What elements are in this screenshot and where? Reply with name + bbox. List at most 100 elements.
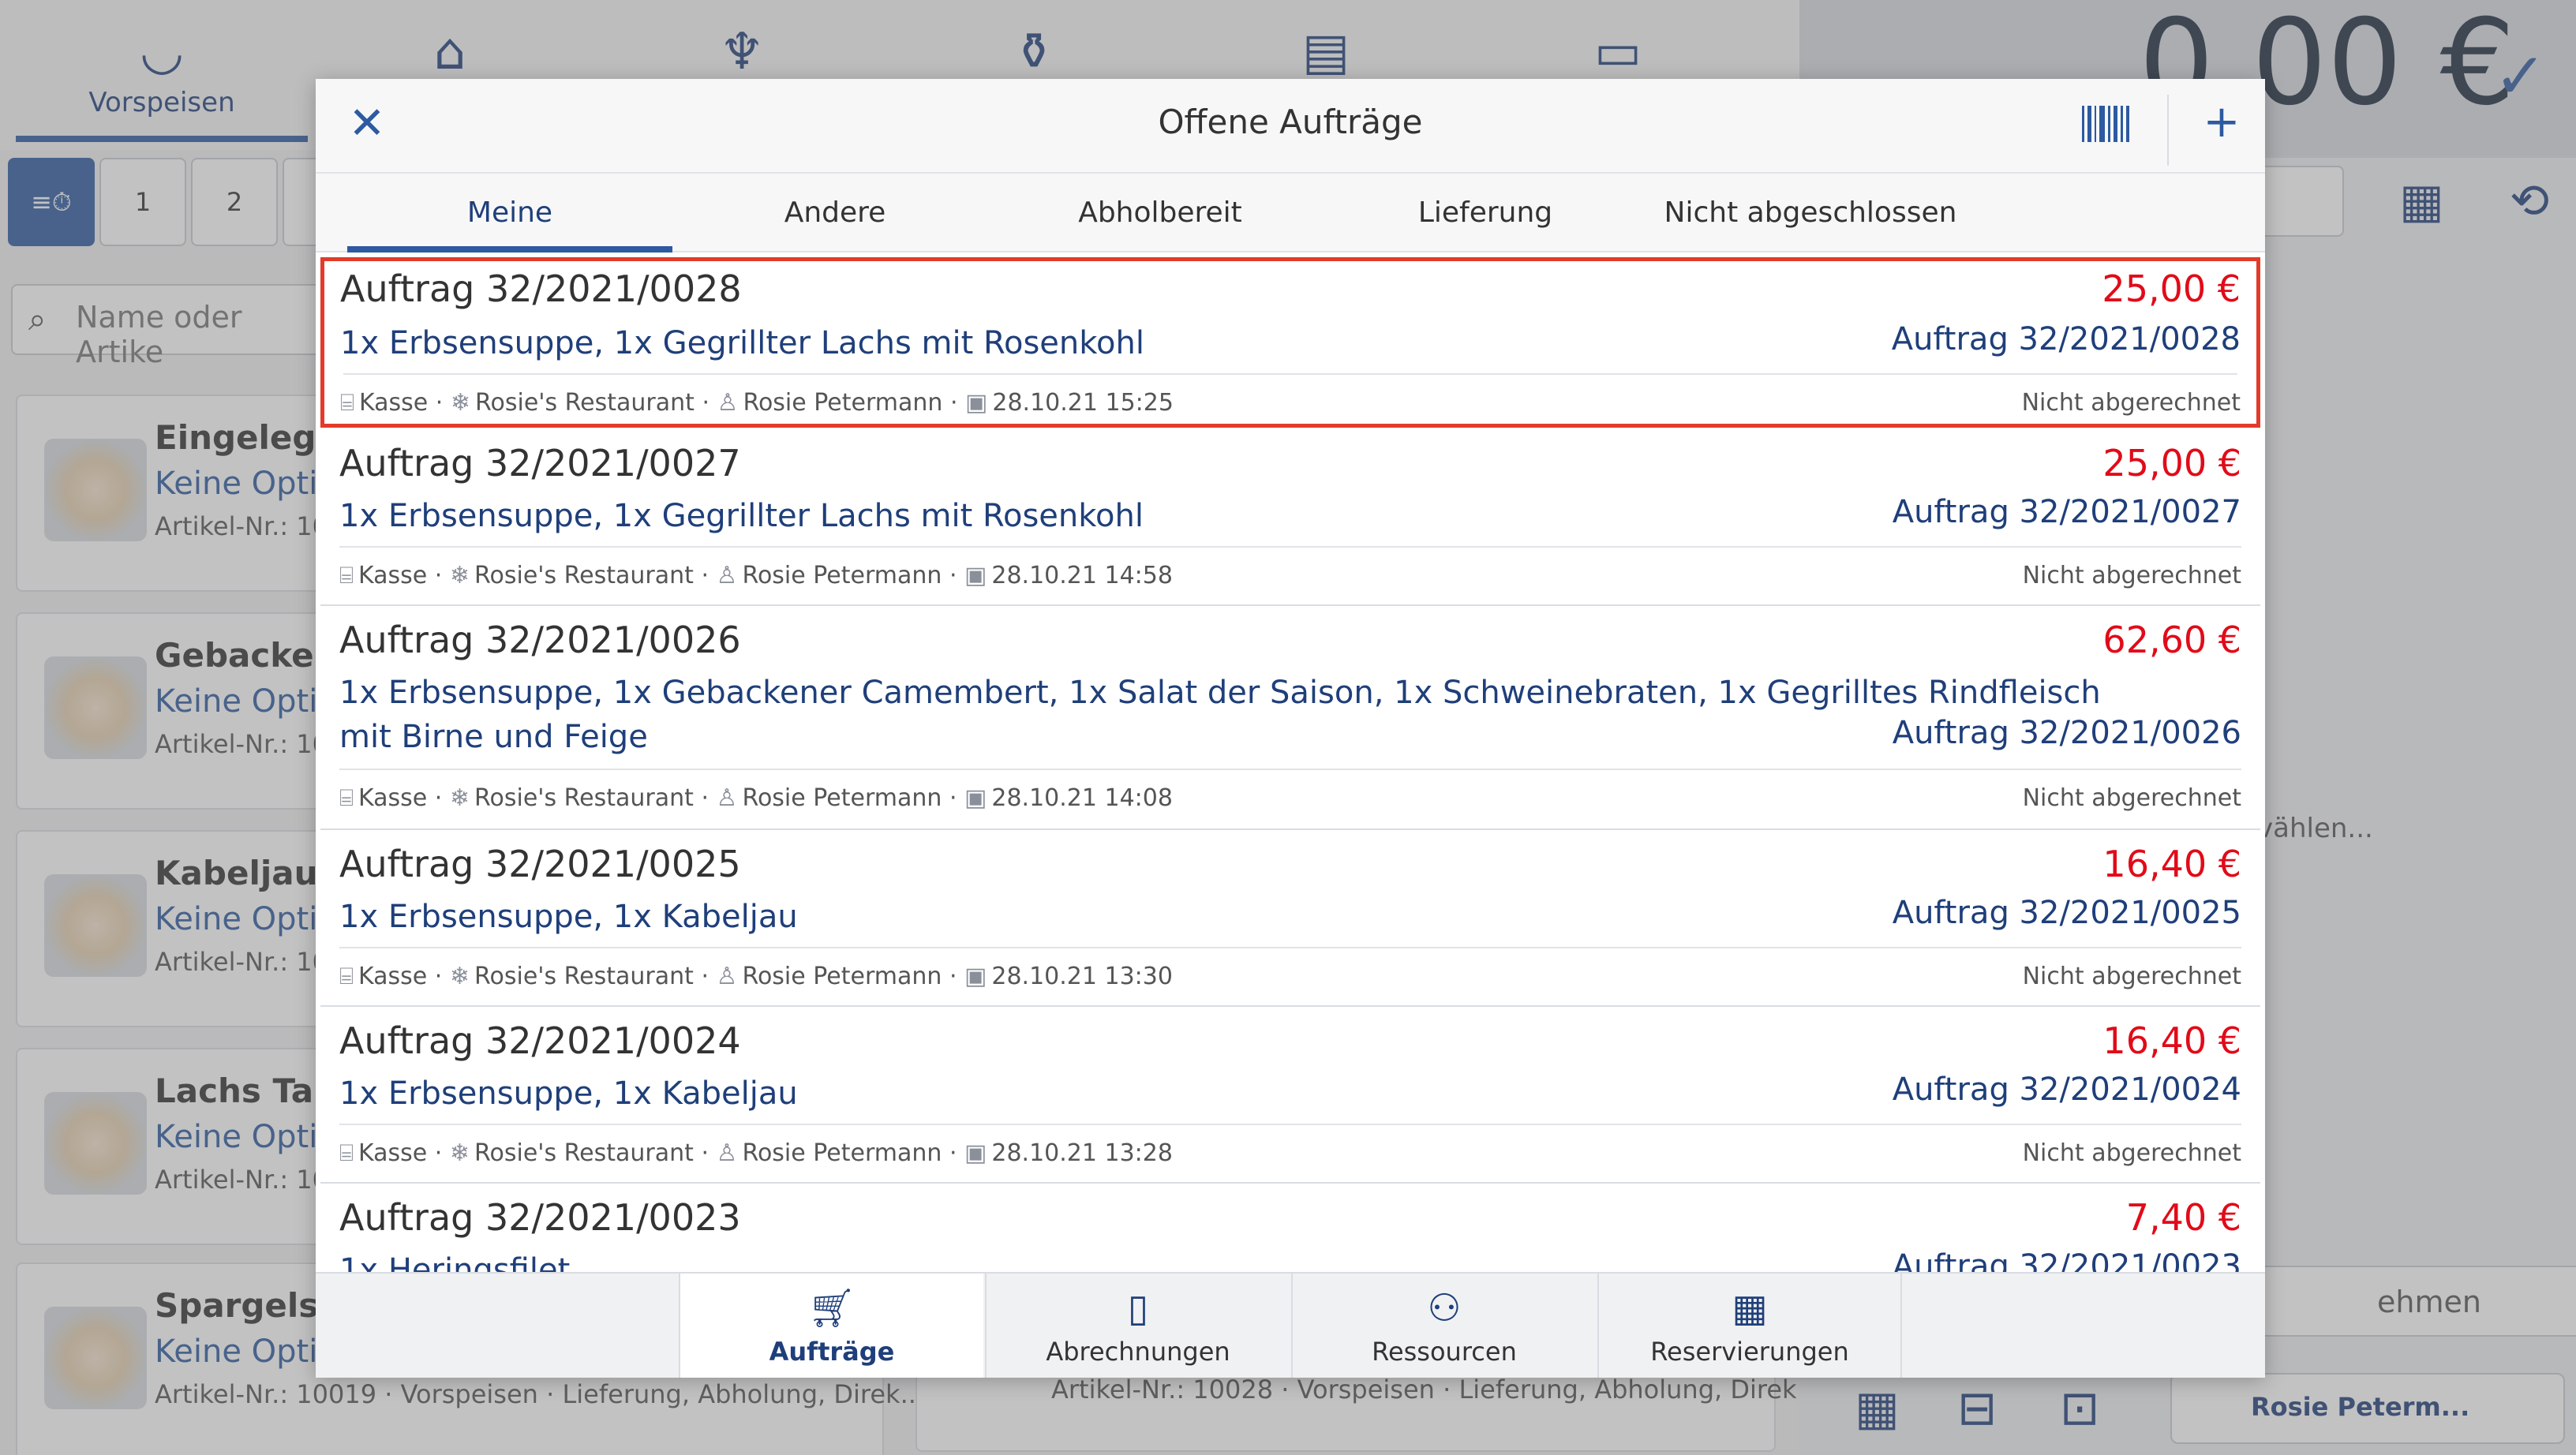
order-restaurant: Rosie's Restaurant bbox=[474, 1139, 694, 1167]
order-status: Nicht abgerechnet bbox=[2021, 389, 2241, 417]
order-user: Rosie Petermann bbox=[742, 784, 942, 812]
tab-andere[interactable]: Andere bbox=[672, 174, 998, 252]
order-id: Auftrag 32/2021/0027 bbox=[339, 442, 741, 484]
tab-meine[interactable]: Meine bbox=[347, 174, 672, 252]
tab-abholbereit[interactable]: Abholbereit bbox=[998, 174, 1323, 252]
order-reference: Auftrag 32/2021/0027 bbox=[1892, 494, 2241, 530]
dialog-header: ✕ Offene Aufträge + bbox=[316, 79, 2265, 174]
order-items: 1x Heringsfilet bbox=[339, 1252, 571, 1272]
order-meta: ⌸ Kasse · ❄ Rosie's Restaurant · ♙ Rosie Pe… bbox=[339, 963, 1173, 990]
calendar-icon: ▣ bbox=[964, 784, 987, 812]
order-price: 25,00 € bbox=[2102, 267, 2241, 310]
order-user: Rosie Petermann bbox=[743, 389, 943, 417]
order-id: Auftrag 32/2021/0023 bbox=[339, 1196, 741, 1239]
user-icon: ♙ bbox=[716, 963, 738, 990]
tab-lieferung[interactable]: Lieferung bbox=[1323, 174, 1648, 252]
order-row[interactable]: Auftrag 32/2021/0028 25,00 € 1x Erbsensu… bbox=[320, 257, 2260, 428]
register-icon: ⌸ bbox=[340, 389, 354, 417]
order-row[interactable]: Auftrag 32/2021/0025 16,40 € 1x Erbsensu… bbox=[320, 832, 2260, 1007]
order-price: 16,40 € bbox=[2102, 1019, 2241, 1062]
order-separator bbox=[339, 947, 2241, 948]
order-user: Rosie Petermann bbox=[742, 1139, 942, 1167]
tab-nicht-abgeschlossen[interactable]: Nicht abgeschlossen bbox=[1648, 174, 1973, 252]
order-datetime: 28.10.21 15:25 bbox=[992, 389, 1174, 417]
footer-tab-reservierungen[interactable]: ▦ Reservierungen bbox=[1597, 1274, 1902, 1378]
calendar-icon: ▣ bbox=[965, 389, 988, 417]
restaurant-icon: ❄ bbox=[449, 562, 470, 589]
order-id: Auftrag 32/2021/0026 bbox=[339, 619, 741, 661]
order-id: Auftrag 32/2021/0024 bbox=[339, 1019, 741, 1062]
dialog-title: Offene Aufträge bbox=[1158, 103, 1423, 141]
open-orders-dialog: ✕ Offene Aufträge + Meine Andere Abholbe… bbox=[316, 79, 2265, 1378]
order-reference: Auftrag 32/2021/0024 bbox=[1892, 1072, 2241, 1108]
order-status: Nicht abgerechnet bbox=[2022, 784, 2241, 812]
restaurant-icon: ❄ bbox=[449, 1139, 470, 1167]
order-user: Rosie Petermann bbox=[742, 963, 942, 990]
order-separator bbox=[339, 546, 2241, 548]
register-icon: ⌸ bbox=[339, 784, 354, 812]
order-status: Nicht abgerechnet bbox=[2022, 562, 2241, 589]
order-restaurant: Rosie's Restaurant bbox=[474, 963, 694, 990]
order-items: 1x Erbsensuppe, 1x Gegrillter Lachs mit … bbox=[340, 325, 1144, 361]
restaurant-icon: ❄ bbox=[449, 784, 470, 812]
register-icon: ⌸ bbox=[339, 963, 354, 990]
order-id: Auftrag 32/2021/0025 bbox=[339, 843, 741, 885]
order-meta: ⌸ Kasse · ❄ Rosie's Restaurant · ♙ Rosie Pe… bbox=[339, 562, 1173, 589]
footer-tab-ressourcen[interactable]: ⚇ Ressourcen bbox=[1291, 1274, 1596, 1378]
order-datetime: 28.10.21 13:28 bbox=[991, 1139, 1173, 1167]
restaurant-icon: ❄ bbox=[449, 963, 470, 990]
register-icon: ⌸ bbox=[339, 562, 354, 589]
footer-tab-abrechnungen[interactable]: ▯ Abrechnungen bbox=[985, 1274, 1290, 1378]
header-divider bbox=[2167, 95, 2169, 166]
register-icon: ⌸ bbox=[339, 1139, 354, 1167]
order-meta: ⌸ Kasse · ❄ Rosie's Restaurant · ♙ Rosie Pe… bbox=[339, 784, 1173, 812]
order-items: 1x Erbsensuppe, 1x Kabeljau bbox=[339, 899, 798, 935]
calendar-icon: ▣ bbox=[964, 963, 987, 990]
order-reference: Auftrag 32/2021/0026 bbox=[1892, 715, 2241, 751]
order-reference: Auftrag 32/2021/0025 bbox=[1892, 895, 2241, 931]
order-price: 62,60 € bbox=[2102, 619, 2241, 661]
calendar-icon: ▣ bbox=[964, 1139, 987, 1167]
user-icon: ♙ bbox=[716, 784, 738, 812]
order-source: Kasse bbox=[358, 963, 428, 990]
order-source: Kasse bbox=[359, 389, 429, 417]
order-user: Rosie Petermann bbox=[742, 562, 942, 589]
order-restaurant: Rosie's Restaurant bbox=[474, 784, 694, 812]
order-separator bbox=[339, 769, 2241, 770]
restaurant-icon: ❄ bbox=[450, 389, 470, 417]
order-separator bbox=[339, 1124, 2241, 1125]
order-meta: ⌸ Kasse · ❄ Rosie's Restaurant · ♙ Rosie Pe… bbox=[339, 1139, 1173, 1167]
order-price: 25,00 € bbox=[2102, 442, 2241, 484]
basket-icon: 🛒︎ bbox=[807, 1286, 856, 1330]
calendar-check-icon: ▦ bbox=[1732, 1286, 1768, 1330]
order-row[interactable]: Auftrag 32/2021/0027 25,00 € 1x Erbsensu… bbox=[320, 431, 2260, 606]
order-datetime: 28.10.21 13:30 bbox=[991, 963, 1173, 990]
footer-tab-label: Reservierungen bbox=[1650, 1337, 1849, 1367]
order-datetime: 28.10.21 14:58 bbox=[991, 562, 1173, 589]
order-datetime: 28.10.21 14:08 bbox=[991, 784, 1173, 812]
barcode-icon[interactable] bbox=[2082, 106, 2129, 142]
order-price: 16,40 € bbox=[2102, 843, 2241, 885]
order-list: Auftrag 32/2021/0028 25,00 € 1x Erbsensu… bbox=[316, 254, 2265, 1272]
order-source: Kasse bbox=[358, 784, 428, 812]
footer-tab-label: Abrechnungen bbox=[1046, 1337, 1230, 1367]
footer-tab-label: Ressourcen bbox=[1372, 1337, 1517, 1367]
footer-tab-auftraege[interactable]: 🛒︎ Aufträge bbox=[679, 1274, 983, 1378]
order-row[interactable]: Auftrag 32/2021/0026 62,60 € 1x Erbsensu… bbox=[320, 608, 2260, 830]
order-items: 1x Erbsensuppe, 1x Kabeljau bbox=[339, 1075, 798, 1112]
footer-tab-label: Aufträge bbox=[769, 1337, 895, 1367]
user-icon: ♙ bbox=[716, 562, 738, 589]
order-source: Kasse bbox=[358, 1139, 428, 1167]
dialog-footer-nav: 🛒︎ Aufträge ▯ Abrechnungen ⚇ Ressourcen … bbox=[316, 1272, 2265, 1378]
order-items-line: 1x Erbsensuppe, 1x Gebackener Camembert,… bbox=[339, 675, 2101, 711]
order-row[interactable]: Auftrag 32/2021/0023 7,40 € 1x Heringsfi… bbox=[320, 1185, 2260, 1272]
order-row[interactable]: Auftrag 32/2021/0024 16,40 € 1x Erbsensu… bbox=[320, 1008, 2260, 1184]
order-meta: ⌸ Kasse · ❄ Rosie's Restaurant · ♙ Rosie Pe… bbox=[340, 389, 1174, 417]
order-restaurant: Rosie's Restaurant bbox=[475, 389, 695, 417]
order-tabs: Meine Andere Abholbereit Lieferung Nicht… bbox=[316, 174, 2265, 252]
order-status: Nicht abgerechnet bbox=[2022, 1139, 2241, 1167]
order-id: Auftrag 32/2021/0028 bbox=[340, 267, 742, 310]
order-items-line: mit Birne und Feige bbox=[339, 719, 648, 755]
order-items: 1x Erbsensuppe, 1x Gegrillter Lachs mit … bbox=[339, 498, 1144, 534]
plus-icon[interactable]: + bbox=[2194, 95, 2249, 150]
